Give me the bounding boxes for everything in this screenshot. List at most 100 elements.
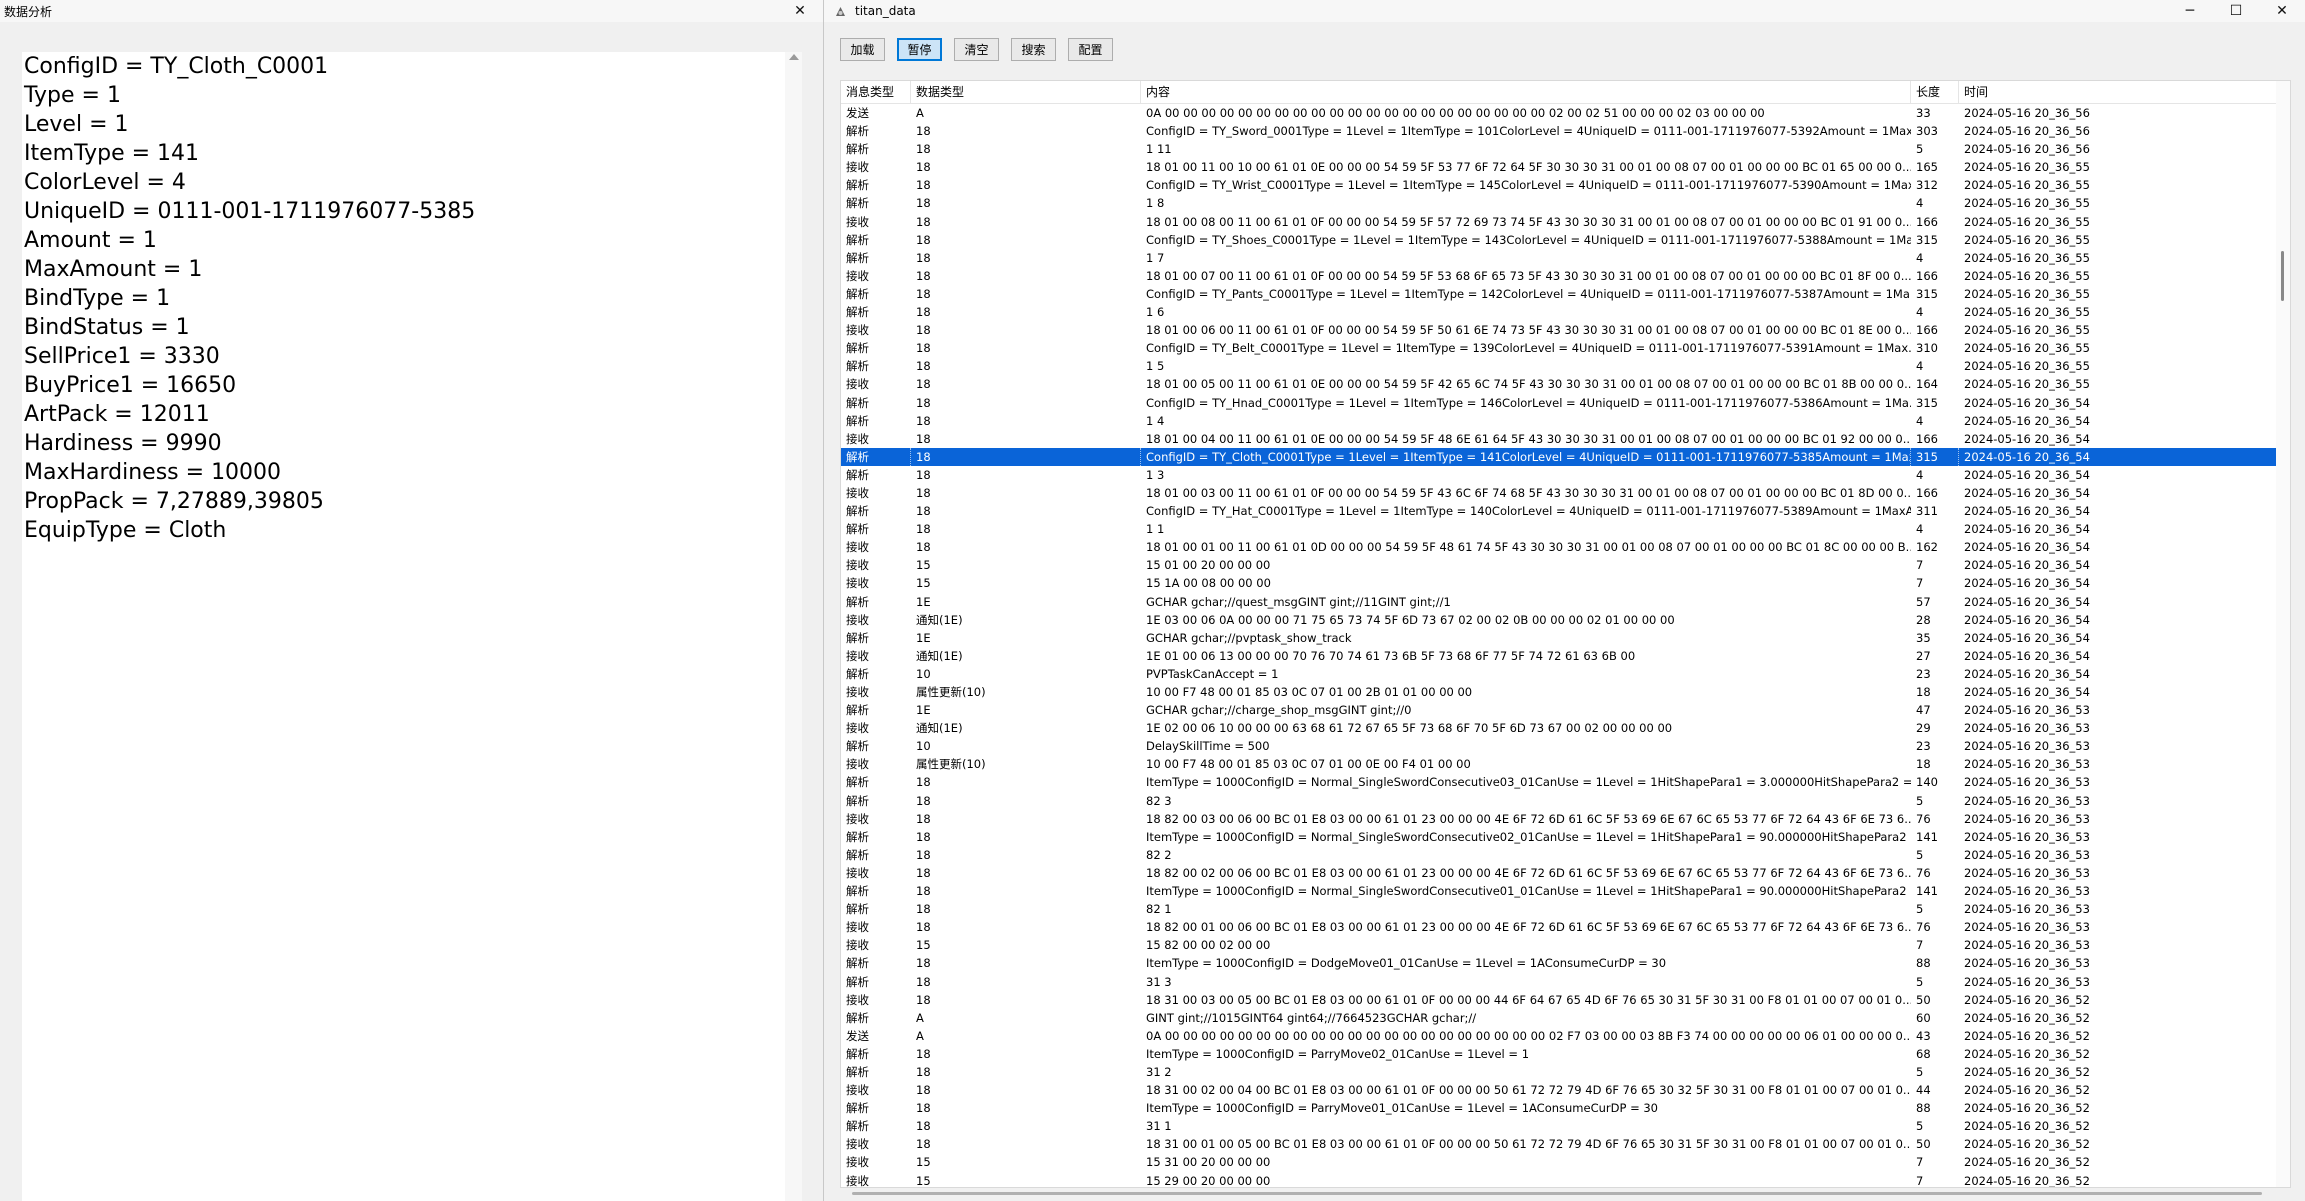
cell-time: 2024-05-16 20_36_55 [1964, 268, 2090, 283]
table-row[interactable]: 解析 18 31 1 5 2024-05-16 20_36_52 [841, 1117, 2290, 1135]
table-row[interactable]: 接收 通知(1E) 1E 03 00 06 0A 00 00 00 71 75 65… [841, 611, 2290, 629]
column-header-time[interactable]: 时间 [1959, 81, 2290, 103]
table-row[interactable]: 解析 18 ConfigID = TY_Shoes_C0001Type = 1Lev… [841, 231, 2290, 249]
table-row[interactable]: 发送 A 0A 00 00 00 00 00 00 00 00 00 00 00 0… [841, 104, 2290, 122]
table-row[interactable]: 解析 18 1 1 4 2024-05-16 20_36_54 [841, 520, 2290, 538]
config-button[interactable]: 配置 [1068, 38, 1113, 61]
table-row[interactable]: 解析 1E GCHAR gchar;//pvptask_show_track 35 20… [841, 629, 2290, 647]
table-row[interactable]: 解析 18 1 11 5 2024-05-16 20_36_56 [841, 140, 2290, 158]
table-row[interactable]: 接收 15 15 01 00 20 00 00 00 7 2024-05-16 20_3… [841, 556, 2290, 574]
cell-data-type: 15 [916, 576, 931, 591]
table-row[interactable]: 解析 18 ConfigID = TY_Hat_C0001Type = 1Level… [841, 502, 2290, 520]
table-row[interactable]: 解析 18 1 5 4 2024-05-16 20_36_55 [841, 357, 2290, 375]
table-row[interactable]: 解析 18 1 8 4 2024-05-16 20_36_55 [841, 194, 2290, 212]
cell-length: 60 [1916, 1010, 1931, 1025]
cell-content: 1 7 [1146, 250, 1165, 265]
clear-button[interactable]: 清空 [954, 38, 999, 61]
table-row[interactable]: 解析 18 ItemType = 1000ConfigID = DodgeMove0… [841, 954, 2290, 972]
cell-length: 162 [1916, 540, 1938, 555]
table-row[interactable]: 接收 通知(1E) 1E 02 00 06 10 00 00 00 63 68 61… [841, 719, 2290, 737]
table-row[interactable]: 解析 18 1 7 4 2024-05-16 20_36_55 [841, 249, 2290, 267]
column-header-msg-type[interactable]: 消息类型 [841, 81, 911, 103]
table-row[interactable]: 接收 通知(1E) 1E 01 00 06 13 00 00 00 70 76 70… [841, 647, 2290, 665]
table-row[interactable]: 接收 18 18 31 00 02 00 04 00 BC 01 E8 03 00 … [841, 1081, 2290, 1099]
table-row[interactable]: 解析 18 ItemType = 1000ConfigID = ParryMove0… [841, 1045, 2290, 1063]
pause-button[interactable]: 暂停 [897, 38, 942, 61]
table-row[interactable]: 解析 18 ConfigID = TY_Hnad_C0001Type = 1Leve… [841, 394, 2290, 412]
field-line: BuyPrice1 = 16650 [24, 373, 237, 398]
cell-length: 57 [1916, 594, 1931, 609]
load-button[interactable]: 加载 [840, 38, 885, 61]
scroll-up-arrow-icon[interactable] [789, 54, 799, 60]
table-row[interactable]: 接收 18 18 82 00 02 00 06 00 BC 01 E8 03 00 … [841, 864, 2290, 882]
table-vertical-scrollbar[interactable] [2276, 81, 2290, 1187]
cell-time: 2024-05-16 20_36_54 [1964, 395, 2090, 410]
cell-data-type: 18 [916, 811, 931, 826]
table-row[interactable]: 解析 18 1 6 4 2024-05-16 20_36_55 [841, 303, 2290, 321]
table-row[interactable]: 解析 18 ItemType = 1000ConfigID = Normal_Sin… [841, 882, 2290, 900]
table-row[interactable]: 接收 18 18 01 00 03 00 11 00 61 01 0F 00 00 … [841, 484, 2290, 502]
table-row[interactable]: 接收 18 18 01 00 07 00 11 00 61 01 0F 00 00 … [841, 267, 2290, 285]
cell-length: 4 [1916, 250, 1924, 265]
table-row[interactable]: 解析 1E GCHAR gchar;//charge_shop_msgGINT gi… [841, 701, 2290, 719]
column-header-content[interactable]: 内容 [1141, 81, 1911, 103]
cell-msg-type: 解析 [846, 341, 869, 356]
minimize-icon[interactable]: ─ [2167, 0, 2213, 22]
cell-content: ConfigID = TY_Pants_C0001Type = 1Level =… [1146, 286, 1911, 301]
table-row[interactable]: 解析 18 82 1 5 2024-05-16 20_36_53 [841, 900, 2290, 918]
table-row[interactable]: 接收 属性更新(10) 10 00 F7 48 00 01 85 03 0C 07 … [841, 683, 2290, 701]
table-row[interactable]: 接收 15 15 31 00 20 00 00 00 7 2024-05-16 20_3… [841, 1153, 2290, 1171]
table-row[interactable]: 接收 18 18 01 00 05 00 11 00 61 01 0E 00 00 … [841, 375, 2290, 393]
scrollbar-thumb[interactable] [2281, 251, 2284, 301]
table-row[interactable]: 接收 18 18 01 00 08 00 11 00 61 01 0F 00 00 … [841, 213, 2290, 231]
table-row[interactable]: 解析 18 31 3 5 2024-05-16 20_36_53 [841, 973, 2290, 991]
analysis-scrollbar[interactable] [785, 52, 802, 1201]
table-row[interactable]: 解析 18 82 2 5 2024-05-16 20_36_53 [841, 846, 2290, 864]
table-row[interactable]: 解析 18 ConfigID = TY_Belt_C0001Type = 1Leve… [841, 339, 2290, 357]
table-row[interactable]: 解析 18 ItemType = 1000ConfigID = ParryMove0… [841, 1099, 2290, 1117]
table-row[interactable]: 解析 10 PVPTaskCanAccept = 1 23 2024-05-16 20_… [841, 665, 2290, 683]
table-row[interactable]: 解析 18 82 3 5 2024-05-16 20_36_53 [841, 792, 2290, 810]
cell-data-type: 15 [916, 1173, 931, 1188]
table-row[interactable]: 接收 18 18 01 00 01 00 11 00 61 01 0D 00 00 … [841, 538, 2290, 556]
table-row[interactable]: 接收 18 18 82 00 03 00 06 00 BC 01 E8 03 00 … [841, 810, 2290, 828]
cell-length: 33 [1916, 106, 1931, 120]
cell-content: 15 82 00 00 02 00 00 [1146, 938, 1271, 953]
cell-time: 2024-05-16 20_36_56 [1964, 124, 2090, 139]
table-horizontal-scrollbar[interactable] [852, 1192, 2262, 1195]
table-row[interactable]: 接收 18 18 31 00 03 00 05 00 BC 01 E8 03 00 … [841, 991, 2290, 1009]
table-row[interactable]: 解析 18 1 4 4 2024-05-16 20_36_54 [841, 412, 2290, 430]
column-header-length[interactable]: 长度 [1911, 81, 1959, 103]
table-row[interactable]: 解析 18 ConfigID = TY_Cloth_C0001Type = 1Lev… [841, 447, 2290, 466]
table-row[interactable]: 解析 18 1 3 4 2024-05-16 20_36_54 [841, 466, 2290, 484]
table-row[interactable]: 解析 18 ItemType = 1000ConfigID = Normal_Sin… [841, 773, 2290, 791]
close-icon[interactable]: ✕ [777, 0, 823, 22]
table-row[interactable]: 接收 18 18 82 00 01 00 06 00 BC 01 E8 03 00 … [841, 918, 2290, 936]
table-row[interactable]: 解析 18 ConfigID = TY_Pants_C0001Type = 1Lev… [841, 285, 2290, 303]
cell-content: ItemType = 1000ConfigID = ParryMove02_01… [1146, 1046, 1530, 1061]
table-row[interactable]: 接收 15 15 82 00 00 02 00 00 7 2024-05-16 20_3… [841, 936, 2290, 954]
table-row[interactable]: 接收 属性更新(10) 10 00 F7 48 00 01 85 03 0C 07 … [841, 755, 2290, 773]
table-row[interactable]: 解析 18 ConfigID = TY_Sword_0001Type = 1Leve… [841, 122, 2290, 140]
table-row[interactable]: 接收 18 18 01 00 06 00 11 00 61 01 0F 00 00 … [841, 321, 2290, 339]
table-row[interactable]: 接收 18 18 01 00 04 00 11 00 61 01 0E 00 00 … [841, 430, 2290, 448]
table-row[interactable]: 解析 A GINT gint;//1015GINT64 gint64;//76645… [841, 1009, 2290, 1027]
cell-time: 2024-05-16 20_36_56 [1964, 142, 2090, 157]
table-row[interactable]: 发送 A 0A 00 00 00 00 00 00 00 00 00 00 00 0… [841, 1027, 2290, 1045]
search-button[interactable]: 搜索 [1011, 38, 1056, 61]
table-row[interactable]: 解析 18 ItemType = 1000ConfigID = Normal_Sin… [841, 828, 2290, 846]
close-icon[interactable]: ✕ [2259, 0, 2305, 22]
table-row[interactable]: 解析 1E GCHAR gchar;//quest_msgGINT gint;//1… [841, 593, 2290, 611]
table-row[interactable]: 解析 10 DelaySkillTime = 500 23 2024-05-16 20_… [841, 737, 2290, 755]
table-row[interactable]: 接收 15 15 1A 00 08 00 00 00 7 2024-05-16 20_3… [841, 574, 2290, 592]
table-row[interactable]: 接收 18 18 01 00 11 00 10 00 61 01 0E 00 00 … [841, 158, 2290, 176]
maximize-icon[interactable]: ☐ [2213, 0, 2259, 22]
table-row[interactable]: 解析 18 ConfigID = TY_Wrist_C0001Type = 1Lev… [841, 176, 2290, 194]
column-header-data-type[interactable]: 数据类型 [911, 81, 1141, 103]
cell-time: 2024-05-16 20_36_54 [1964, 467, 2090, 482]
cell-data-type: 18 [916, 884, 931, 899]
table-row[interactable]: 解析 18 31 2 5 2024-05-16 20_36_52 [841, 1063, 2290, 1081]
cell-content: ItemType = 1000ConfigID = DodgeMove01_01… [1146, 956, 1667, 971]
table-row[interactable]: 接收 18 18 31 00 01 00 05 00 BC 01 E8 03 00 … [841, 1135, 2290, 1153]
table-row[interactable]: 接收 15 15 29 00 20 00 00 00 7 2024-05-16 20_3… [841, 1172, 2290, 1188]
